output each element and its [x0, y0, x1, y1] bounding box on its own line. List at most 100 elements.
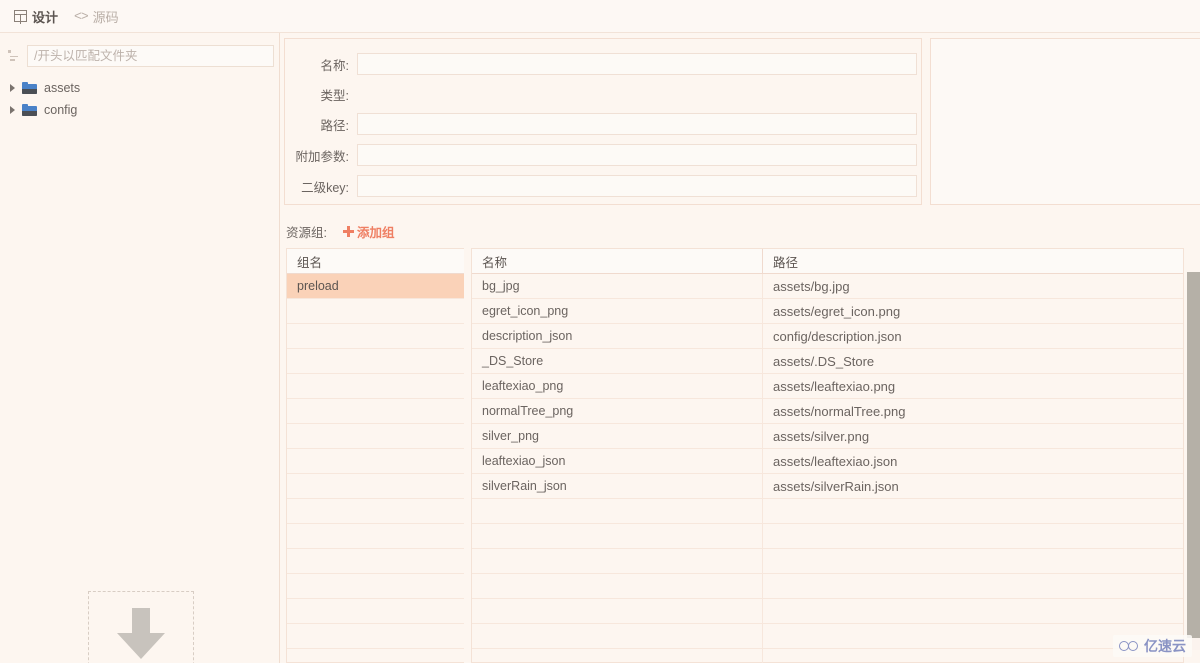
table-row[interactable]	[472, 573, 1183, 599]
table-row[interactable]: silverRain_json assets/silverRain.json	[472, 473, 1183, 499]
secondary-key-field[interactable]	[357, 175, 917, 197]
asset-name-cell: silver_png	[482, 429, 539, 443]
search-input[interactable]	[27, 45, 274, 67]
table-row[interactable]	[287, 624, 464, 649]
tree-item-config[interactable]: config	[0, 99, 280, 121]
asset-path-cell: assets/bg.jpg	[762, 273, 1183, 299]
asset-path-cell: assets/.DS_Store	[762, 348, 1183, 374]
table-row[interactable]	[472, 623, 1183, 649]
asset-path-cell: assets/silver.png	[762, 423, 1183, 449]
tab-design[interactable]: 设计	[6, 0, 66, 33]
table-row[interactable]	[287, 424, 464, 449]
table-row[interactable]	[287, 649, 464, 663]
tab-source[interactable]: <> 源码	[66, 0, 127, 33]
form-row-extra-params: 附加参数:	[285, 140, 921, 170]
asset-name-cell: leaftexiao_json	[482, 454, 566, 468]
table-row[interactable]	[287, 474, 464, 499]
watermark-text: 亿速云	[1144, 638, 1186, 654]
table-row[interactable]	[287, 599, 464, 624]
asset-name-cell: leaftexiao_png	[482, 379, 564, 393]
group-table-body: preload	[287, 274, 464, 663]
name-field[interactable]	[357, 53, 917, 75]
table-row[interactable]	[287, 324, 464, 349]
tab-design-label: 设计	[32, 9, 59, 25]
form-label-path: 路径:	[320, 118, 349, 133]
table-row[interactable]	[472, 548, 1183, 574]
filter-icon[interactable]	[8, 49, 24, 63]
asset-table-header: 名称 路径	[472, 248, 1183, 274]
scrollbar-thumb[interactable]	[1187, 272, 1200, 638]
folder-icon	[22, 104, 37, 116]
form-row-type: 类型:	[285, 79, 921, 109]
table-row[interactable]	[287, 449, 464, 474]
asset-path-cell	[762, 598, 1183, 624]
chevron-right-icon[interactable]	[10, 84, 15, 92]
table-row[interactable]	[472, 498, 1183, 524]
preview-panel	[930, 38, 1200, 205]
asset-name-cell: egret_icon_png	[482, 304, 569, 318]
asset-header-path: 路径	[762, 248, 1183, 274]
watermark: 亿速云	[1113, 635, 1192, 657]
form-label-secondary-key: 二级key:	[301, 180, 349, 195]
asset-path-cell	[762, 523, 1183, 549]
resource-grid: 组名 preload 名称 路径 bg_jpg assets/bg.jpg egre…	[286, 248, 1184, 663]
table-row[interactable]: description_json config/description.json	[472, 323, 1183, 349]
vertical-scrollbar[interactable]	[1187, 272, 1200, 650]
table-row[interactable]: leaftexiao_json assets/leaftexiao.json	[472, 448, 1183, 474]
table-row[interactable]	[287, 299, 464, 324]
table-row[interactable]	[472, 598, 1183, 624]
table-row[interactable]	[287, 549, 464, 574]
form-row-secondary-key: 二级key:	[285, 171, 921, 201]
table-row[interactable]	[287, 524, 464, 549]
table-row[interactable]: _DS_Store assets/.DS_Store	[472, 348, 1183, 374]
asset-name-cell: normalTree_png	[482, 404, 574, 418]
layout-icon	[14, 10, 27, 24]
asset-path-cell	[762, 498, 1183, 524]
table-row[interactable]: preload	[287, 274, 464, 299]
extra-params-field[interactable]	[357, 144, 917, 166]
asset-table: 名称 路径 bg_jpg assets/bg.jpg egret_icon_png a…	[471, 248, 1184, 663]
tab-source-label: 源码	[92, 9, 119, 25]
tree-item-assets[interactable]: assets	[0, 77, 280, 99]
folder-icon	[22, 82, 37, 94]
file-explorer-panel: assets config Drop Here	[0, 33, 280, 663]
drop-zone[interactable]: Drop Here	[88, 591, 194, 663]
asset-path-cell: assets/leaftexiao.png	[762, 373, 1183, 399]
asset-path-cell: assets/silverRain.json	[762, 473, 1183, 499]
asset-path-cell: config/description.json	[762, 323, 1183, 349]
asset-name-cell: _DS_Store	[482, 354, 544, 368]
asset-table-body: bg_jpg assets/bg.jpg egret_icon_png assets/…	[472, 273, 1183, 663]
table-row[interactable]: egret_icon_png assets/egret_icon.png	[472, 298, 1183, 324]
table-row[interactable]	[472, 648, 1183, 663]
resource-group-title: 资源组:	[286, 226, 327, 240]
tree-item-label: assets	[44, 81, 81, 95]
table-row[interactable]	[287, 499, 464, 524]
table-row[interactable]	[287, 349, 464, 374]
cloud-logo-icon	[1119, 640, 1141, 653]
form-row-path: 路径:	[285, 109, 921, 139]
group-name-cell: preload	[297, 279, 339, 293]
table-row[interactable]: leaftexiao_png assets/leaftexiao.png	[472, 373, 1183, 399]
form-label-name: 名称:	[320, 58, 349, 73]
add-group-button[interactable]: 添加组	[342, 222, 395, 241]
asset-path-cell	[762, 548, 1183, 574]
top-tab-bar: 设计 <> 源码	[0, 0, 1200, 33]
asset-name-cell: silverRain_json	[482, 479, 567, 493]
asset-path-cell	[762, 573, 1183, 599]
table-row[interactable]	[287, 399, 464, 424]
asset-path-cell: assets/leaftexiao.json	[762, 448, 1183, 474]
asset-path-cell: assets/normalTree.png	[762, 398, 1183, 424]
table-row[interactable]	[472, 523, 1183, 549]
chevron-right-icon[interactable]	[10, 106, 15, 114]
resource-group-header: 资源组: 添加组	[286, 222, 395, 241]
table-row[interactable]: normalTree_png assets/normalTree.png	[472, 398, 1183, 424]
table-row[interactable]	[287, 374, 464, 399]
path-field[interactable]	[357, 113, 917, 135]
file-tree: assets config	[0, 77, 280, 121]
app-root: 设计 <> 源码 assets	[0, 0, 1200, 663]
table-row[interactable]: bg_jpg assets/bg.jpg	[472, 273, 1183, 299]
table-row[interactable]: silver_png assets/silver.png	[472, 423, 1183, 449]
explorer-search-row	[8, 45, 274, 67]
down-arrow-icon	[113, 606, 169, 662]
table-row[interactable]	[287, 574, 464, 599]
